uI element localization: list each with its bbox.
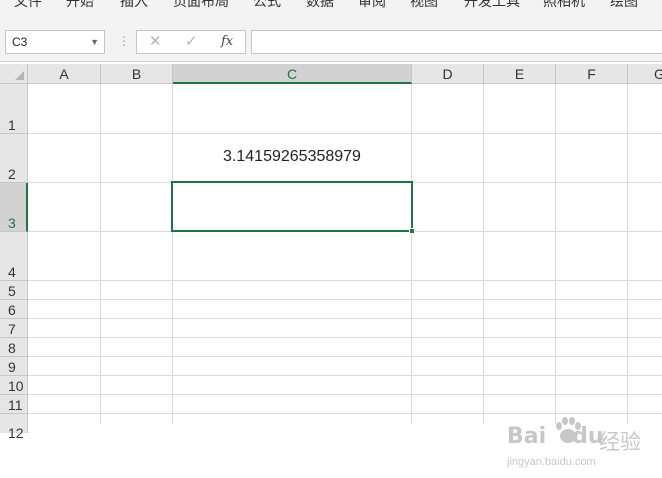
active-cell-c3[interactable] [171,181,413,232]
row-header-4[interactable]: 4 [0,232,28,281]
insert-function-icon[interactable]: fx [221,34,233,49]
gridline [28,318,662,319]
watermark-url: jingyan.baidu.com [507,456,596,468]
tab-draw[interactable]: 绘图 [610,0,638,11]
row-header-7[interactable]: 7 [0,319,28,338]
column-header-f[interactable]: F [556,64,628,84]
row-header-11[interactable]: 11 [0,395,28,414]
gridline [28,337,662,338]
cancel-icon[interactable]: ✕ [149,32,162,50]
cell-c2[interactable]: 3.14159265358979 [172,148,412,170]
more-options-icon[interactable]: ⋮ [118,34,130,48]
gridline [627,84,628,424]
gridline [28,133,662,134]
gridline [411,84,412,424]
tab-developer[interactable]: 开发工具 [464,0,520,11]
row-header-9[interactable]: 9 [0,357,28,376]
row-header-10[interactable]: 10 [0,376,28,395]
tab-home[interactable]: 开始 [66,0,94,11]
tab-file[interactable]: 文件 [14,0,42,11]
formula-input[interactable] [251,30,662,54]
row-header-6[interactable]: 6 [0,300,28,319]
select-all-corner[interactable] [0,64,28,84]
column-header-g[interactable]: G [628,64,662,84]
gridline [28,356,662,357]
paw-icon [556,417,581,443]
enter-icon[interactable]: ✓ [185,32,198,50]
tab-data[interactable]: 数据 [306,0,334,11]
gridline [28,299,662,300]
tab-review[interactable]: 审阅 [358,0,386,11]
name-box[interactable]: C3 ▼ [5,30,105,54]
column-header-b[interactable]: B [101,64,173,84]
row-header-8[interactable]: 8 [0,338,28,357]
column-header-c[interactable]: C [173,64,412,84]
column-header-a[interactable]: A [28,64,101,84]
fill-handle[interactable] [409,228,415,234]
tab-camera[interactable]: 照相机 [543,0,585,11]
tab-insert[interactable]: 插入 [120,0,148,11]
formula-bar: C3 ▼ ⋮ ✕ ✓ fx [0,26,662,62]
gridline [28,375,662,376]
row-header-3[interactable]: 3 [0,183,28,232]
tab-view[interactable]: 视图 [410,0,438,11]
tab-formulas[interactable]: 公式 [253,0,281,11]
row-header-1[interactable]: 1 [0,84,28,134]
watermark-product: 经验 [599,430,641,454]
gridline [555,84,556,424]
formula-buttons: ✕ ✓ fx [136,30,246,54]
gridline [28,394,662,395]
gridline [172,84,173,424]
name-box-value: C3 [12,35,28,49]
select-all-icon [15,71,24,80]
chevron-down-icon[interactable]: ▼ [90,31,99,53]
gridline [100,84,101,424]
row-header-2[interactable]: 2 [0,134,28,183]
row-header-5[interactable]: 5 [0,281,28,300]
worksheet-grid[interactable]: A B C D E F G 1 2 3 4 5 6 7 8 9 10 11 12… [0,64,662,468]
column-header-d[interactable]: D [412,64,484,84]
column-header-e[interactable]: E [484,64,556,84]
tab-page-layout[interactable]: 页面布局 [173,0,229,11]
gridline [483,84,484,424]
gridline [28,280,662,281]
ribbon-tab-bar: 文件 开始 插入 页面布局 公式 数据 审阅 视图 开发工具 照相机 绘图 [0,0,662,27]
